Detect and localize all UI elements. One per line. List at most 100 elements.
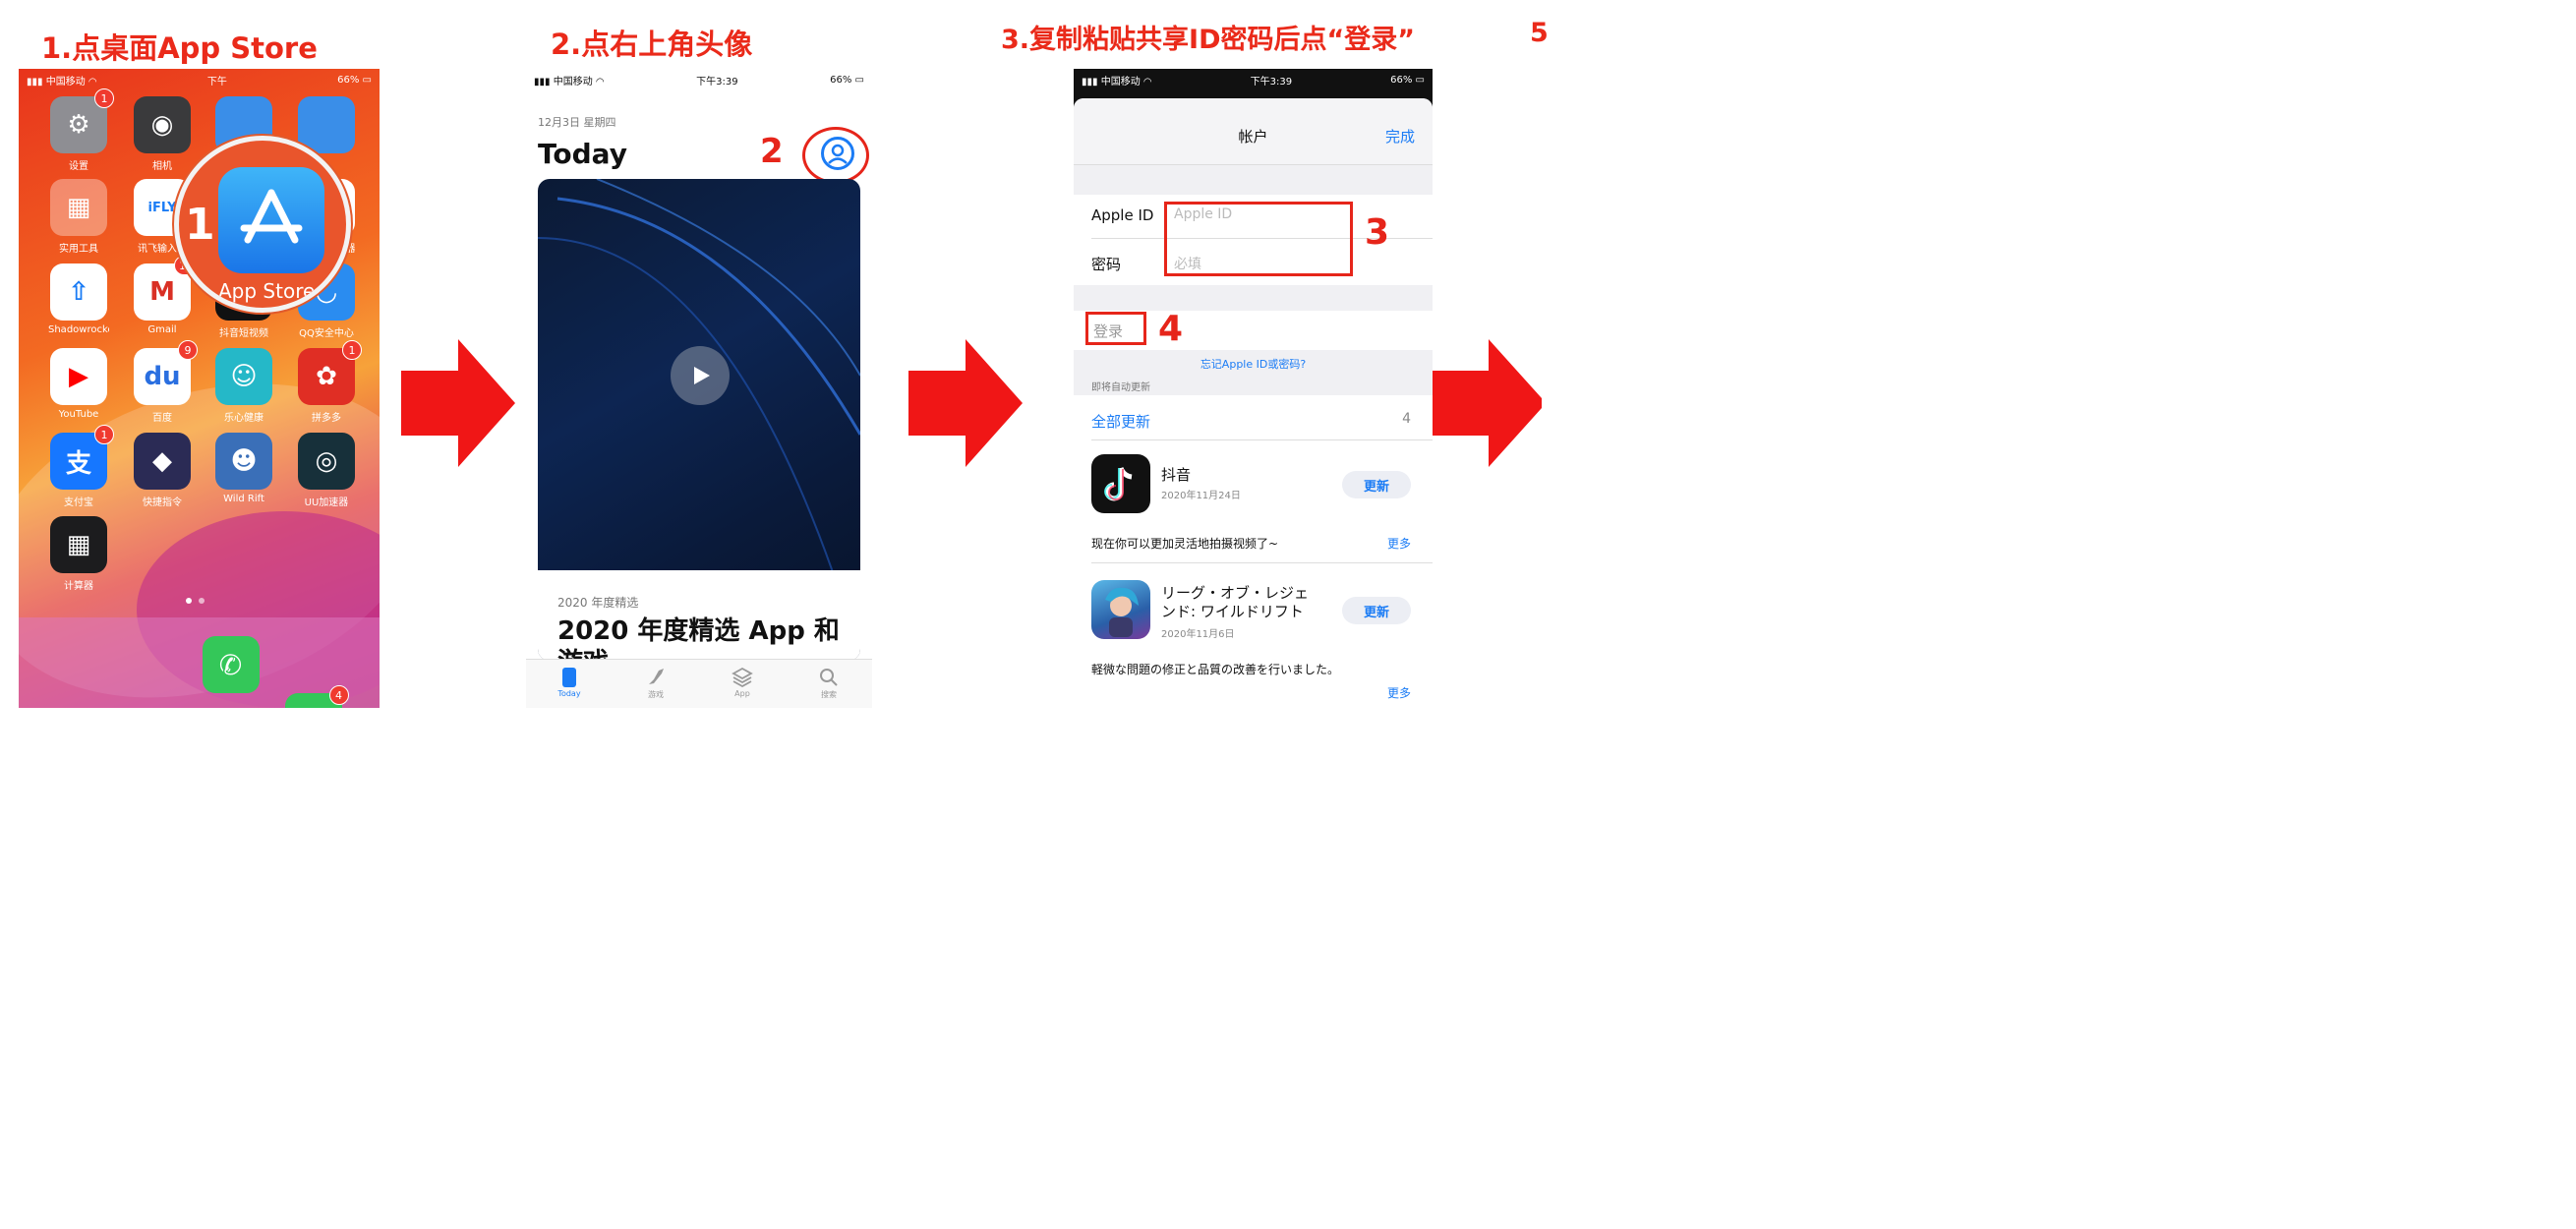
next-arrow-1 xyxy=(401,339,515,467)
update-all-button[interactable]: 全部更新 xyxy=(1091,411,1150,432)
tab-today[interactable]: Today xyxy=(540,666,599,708)
app-store-icon[interactable] xyxy=(218,167,324,273)
app-name: 抖音 xyxy=(1161,466,1192,484)
app-label: Gmail xyxy=(147,324,177,335)
app-label: UU加速器 xyxy=(304,497,349,508)
next-arrow-2 xyxy=(908,339,1023,467)
baidu-icon: du 9 xyxy=(134,340,198,405)
play-icon xyxy=(694,367,710,384)
tab-label: App xyxy=(734,689,750,698)
app-label: 抖音短视频 xyxy=(219,328,268,339)
tab-bar: Today 游戏 App 搜索 xyxy=(526,659,872,708)
app-uu[interactable]: ◎ UU加速器 xyxy=(296,433,357,508)
notification-badge: 1 xyxy=(94,88,114,108)
app-name: リーグ・オブ・レジェンド: ワイルドリフト xyxy=(1161,584,1310,620)
app-label: Wild Rift xyxy=(223,494,264,504)
update-button[interactable]: 更新 xyxy=(1342,471,1411,498)
page-dot xyxy=(199,598,205,604)
app-settings[interactable]: ⚙ 1 设置 xyxy=(48,88,114,172)
app-date: 2020年11月6日 xyxy=(1161,629,1235,640)
notification-badge: 4 xyxy=(328,685,349,705)
app-wildrift[interactable]: ☻ Wild Rift xyxy=(213,433,274,504)
app-label: 快捷指令 xyxy=(143,497,182,508)
app-label: 计算器 xyxy=(64,581,93,592)
camera-icon: ◉ xyxy=(134,96,191,153)
wildrift-icon xyxy=(1105,587,1139,637)
alipay-icon: 支1 xyxy=(50,425,114,490)
account-avatar-button[interactable] xyxy=(821,137,854,170)
notification-badge: 9 xyxy=(178,340,198,360)
app-label: YouTube xyxy=(58,409,99,420)
app-label: 相机 xyxy=(152,161,172,172)
app-rocket[interactable]: ⇧ Shadowrocket xyxy=(48,263,109,335)
app-label: 乐心健康 xyxy=(224,413,263,424)
step-5-title-partial: 5 xyxy=(1530,18,1549,48)
app-shortcuts[interactable]: ◆ 快捷指令 xyxy=(132,433,193,508)
battery-icon: ▭ xyxy=(1415,74,1425,86)
wifi-icon: ◠ xyxy=(88,76,97,88)
app-pinduoduo[interactable]: ✿ 1 拼多多 xyxy=(296,340,362,424)
notification-badge: 1 xyxy=(94,425,114,444)
rocket-icon xyxy=(649,669,664,684)
update-button[interactable]: 更新 xyxy=(1342,597,1411,624)
signal-icon: ▮▮▮ xyxy=(534,76,551,88)
app-label: QQ安全中心 xyxy=(299,328,354,339)
tab-games[interactable]: 游戏 xyxy=(626,666,685,708)
gmail-icon: M15 xyxy=(134,256,198,321)
phone-app-store-today: ▮▮▮ 中国移动 ◠ 下午3:39 66% ▭ 12月3日 星期四 Today … xyxy=(526,69,872,708)
page-indicator xyxy=(186,598,205,604)
done-button[interactable]: 完成 xyxy=(1385,126,1415,146)
section-spacer xyxy=(1074,165,1433,195)
messages-icon[interactable]: ◯4 xyxy=(284,685,349,708)
tab-apps[interactable]: App xyxy=(713,666,772,708)
status-bar: ▮▮▮ 中国移动 ◠ 下午 66% ▭ xyxy=(19,69,380,90)
app-camera[interactable]: ◉ 相机 xyxy=(132,96,193,172)
settings-icon: ⚙ 1 xyxy=(50,88,114,153)
app-label: Shadowrocket xyxy=(48,324,109,335)
more-link[interactable]: 更多 xyxy=(1387,535,1411,552)
tiktok-app-icon xyxy=(1091,454,1150,513)
tab-label: Today xyxy=(557,689,581,698)
signal-icon: ▮▮▮ xyxy=(1082,76,1098,88)
app-store-glyph-icon xyxy=(240,189,303,244)
tab-label: 搜索 xyxy=(821,690,837,699)
wild-rift-app-icon xyxy=(1091,580,1150,639)
today-date: 12月3日 星期四 xyxy=(538,116,616,129)
app-health[interactable]: ☺ 乐心健康 xyxy=(213,348,274,424)
app-calculator[interactable]: ▦ 计算器 xyxy=(48,516,109,592)
pinduoduo-icon: ✿ 1 xyxy=(298,340,362,405)
app-folder[interactable]: ▦ 实用工具 xyxy=(48,179,109,255)
tab-search[interactable]: 搜索 xyxy=(799,666,858,708)
step-number-3: 3 xyxy=(1365,212,1390,253)
status-bar: ▮▮▮ 中国移动 ◠ 下午3:39 66% ▭ xyxy=(1074,69,1433,90)
phone-icon[interactable]: ✆ xyxy=(202,636,260,693)
app-gmail[interactable]: M15 Gmail xyxy=(132,256,198,335)
carrier: 中国移动 xyxy=(45,76,86,88)
more-link[interactable]: 更多 xyxy=(1387,684,1411,701)
today-tab-icon xyxy=(562,668,576,687)
notification-badge: 1 xyxy=(342,340,362,360)
featured-story-card[interactable] xyxy=(538,179,860,661)
status-time: 下午 xyxy=(206,76,227,88)
divider xyxy=(1091,439,1433,440)
app-alipay[interactable]: 支 1 支付宝 xyxy=(48,425,114,508)
next-arrow-3 xyxy=(1432,339,1542,467)
rocket-icon: ⇧ xyxy=(50,263,107,321)
app-youtube[interactable]: ▶ YouTube xyxy=(48,348,109,420)
sheet-nav-bar: 帐户 完成 xyxy=(1074,98,1433,165)
forgot-apple-id-link[interactable]: 忘记Apple ID或密码? xyxy=(1074,356,1433,372)
wifi-icon: ◠ xyxy=(595,76,605,88)
step-number-2: 2 xyxy=(760,132,784,171)
tab-label: 游戏 xyxy=(648,690,664,699)
carrier: 中国移动 xyxy=(1100,76,1141,88)
card-caption: 2020 年度精选 xyxy=(557,596,639,610)
app-store-zoom-callout: 1 App Store xyxy=(174,136,351,313)
wildrift-icon: ☻ xyxy=(215,433,272,490)
app-baidu[interactable]: du 9 百度 xyxy=(132,340,198,424)
carrier: 中国移动 xyxy=(553,76,593,88)
auto-update-header: 即将自动更新 xyxy=(1091,382,1150,393)
layers-icon xyxy=(732,667,753,688)
search-icon xyxy=(820,669,838,686)
play-button[interactable] xyxy=(671,346,730,405)
app-date: 2020年11月24日 xyxy=(1161,491,1241,501)
